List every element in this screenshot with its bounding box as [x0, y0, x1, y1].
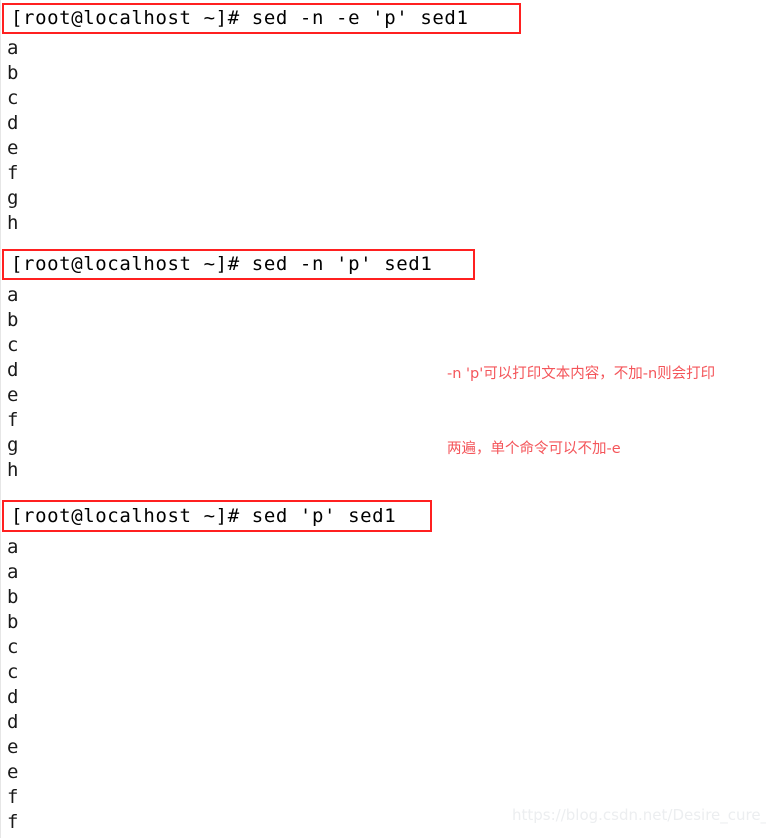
output-line: c [7, 661, 19, 683]
command-line-3[interactable]: [root@localhost ~]# sed 'p' sed1 [11, 506, 396, 526]
output-line: e [7, 137, 19, 159]
output-line: b [7, 62, 19, 84]
command-highlight-box-3: [root@localhost ~]# sed 'p' sed1 [2, 500, 432, 532]
output-line: c [7, 334, 19, 356]
output-line: c [7, 87, 19, 109]
output-line: d [7, 359, 19, 381]
output-line: h [7, 212, 19, 234]
command-highlight-box-1: [root@localhost ~]# sed -n -e 'p' sed1 [2, 3, 521, 34]
output-line: h [7, 459, 19, 481]
command-line-2[interactable]: [root@localhost ~]# sed -n 'p' sed1 [11, 255, 432, 274]
output-line: c [7, 636, 19, 658]
output-line: e [7, 761, 19, 783]
output-line: d [7, 112, 19, 134]
output-line: d [7, 711, 19, 733]
watermark: https://blog.csdn.net/Desire_cure_ [512, 806, 766, 824]
output-line: a [7, 561, 19, 583]
annotation-line-2: 两遍，单个命令可以不加-e [447, 441, 621, 457]
output-line: b [7, 586, 19, 608]
output-line: f [7, 409, 19, 431]
output-line: d [7, 686, 19, 708]
annotation-note: -n 'p'可以打印文本内容，不加-n则会打印 两遍，单个命令可以不加-e [447, 312, 757, 487]
output-line: f [7, 811, 19, 833]
output-line: e [7, 384, 19, 406]
page-left-edge [0, 0, 1, 838]
output-line: f [7, 786, 19, 808]
command-highlight-box-2: [root@localhost ~]# sed -n 'p' sed1 [2, 249, 475, 280]
command-output-2: abcdefgh [7, 283, 18, 483]
annotation-line-1: -n 'p'可以打印文本内容，不加-n则会打印 [447, 366, 716, 382]
output-line: a [7, 536, 19, 558]
output-line: f [7, 162, 19, 184]
command-output-1: abcdefgh [7, 36, 18, 236]
output-line: g [7, 434, 19, 456]
command-line-1[interactable]: [root@localhost ~]# sed -n -e 'p' sed1 [11, 9, 468, 28]
output-line: b [7, 309, 19, 331]
output-line: g [7, 187, 19, 209]
command-output-3: aabbccddeeff [7, 535, 18, 835]
output-line: e [7, 736, 19, 758]
output-line: a [7, 284, 19, 306]
output-line: a [7, 37, 19, 59]
output-line: b [7, 611, 19, 633]
